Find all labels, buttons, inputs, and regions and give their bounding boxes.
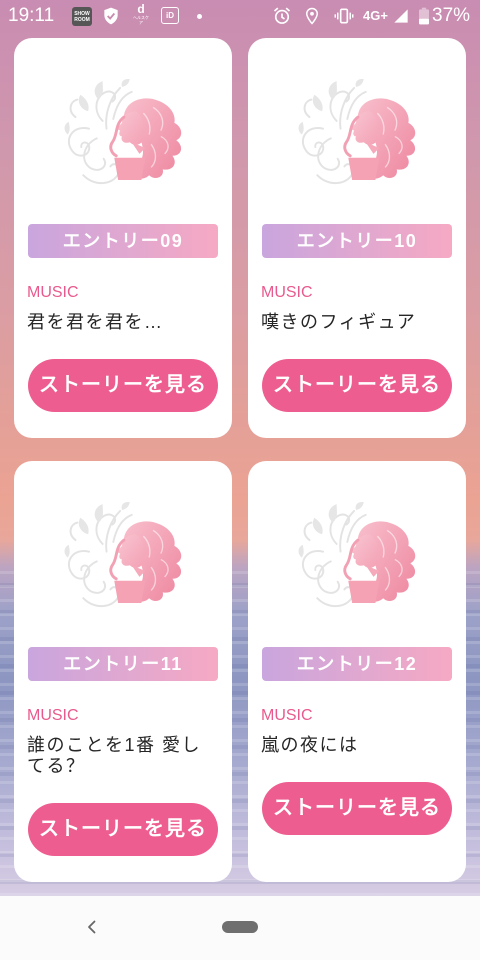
d-healthcare-logo-letter: d: [137, 2, 145, 16]
network-type: 4G+: [363, 8, 388, 23]
battery-percent: 37%: [432, 5, 471, 26]
entry-card: エントリー09 MUSIC 君を君を君を… ストーリーを見る: [14, 38, 232, 438]
id-icon: iD: [161, 7, 179, 24]
alarm-icon: [273, 7, 291, 24]
woman-silhouette-icon: [294, 501, 420, 613]
entry-title: 君を君を君を…: [27, 312, 164, 332]
entry-category: MUSIC: [261, 284, 313, 301]
d-healthcare-logo-sub: ヘルスケア: [133, 15, 149, 25]
status-time: 19:11: [8, 5, 55, 26]
entry-category: MUSIC: [27, 707, 79, 724]
battery-fill: [419, 18, 429, 25]
vibrate-icon: [334, 8, 354, 24]
entry-category: MUSIC: [27, 284, 79, 301]
signal-icon: [394, 9, 408, 23]
entry-card: エントリー11 MUSIC 誰のことを1番 愛してる？ ストーリーを見る: [14, 461, 232, 882]
battery-icon: [419, 7, 429, 25]
more-notifications-dot-icon: [197, 14, 202, 19]
woman-silhouette-icon: [60, 501, 186, 613]
woman-silhouette-icon: [294, 78, 420, 190]
entry-title: 誰のことを1番 愛してる？: [27, 735, 202, 776]
entry-badge: エントリー11: [28, 647, 218, 681]
entry-art: [248, 461, 466, 647]
view-story-button[interactable]: ストーリーを見る: [28, 803, 218, 856]
status-bar: 19:11 SHOW ROOM d ヘルスケア iD 4G+ 37%: [0, 0, 480, 32]
d-healthcare-icon: d ヘルスケア: [132, 2, 150, 28]
view-story-button[interactable]: ストーリーを見る: [262, 359, 452, 412]
back-icon[interactable]: [84, 919, 100, 935]
view-story-button[interactable]: ストーリーを見る: [262, 782, 452, 835]
entry-category: MUSIC: [261, 707, 313, 724]
home-pill-icon[interactable]: [222, 921, 258, 933]
entry-art: [14, 38, 232, 224]
entry-art: [14, 461, 232, 647]
entry-card-grid: エントリー09 MUSIC 君を君を君を… ストーリーを見る エントリー10 M…: [14, 38, 466, 882]
entry-card: エントリー10 MUSIC 嘆きのフィギュア ストーリーを見る: [248, 38, 466, 438]
entry-badge: エントリー12: [262, 647, 452, 681]
shield-check-icon: [104, 7, 118, 25]
entry-art: [248, 38, 466, 224]
entry-card: エントリー12 MUSIC 嵐の夜には ストーリーを見る: [248, 461, 466, 882]
entry-badge: エントリー09: [28, 224, 218, 258]
entry-title: 嵐の夜には: [261, 735, 359, 755]
location-icon: [305, 7, 319, 25]
entry-badge: エントリー10: [262, 224, 452, 258]
woman-silhouette-icon: [60, 78, 186, 190]
view-story-button[interactable]: ストーリーを見る: [28, 359, 218, 412]
entry-title: 嘆きのフィギュア: [261, 312, 417, 332]
showroom-icon: SHOW ROOM: [72, 7, 92, 26]
